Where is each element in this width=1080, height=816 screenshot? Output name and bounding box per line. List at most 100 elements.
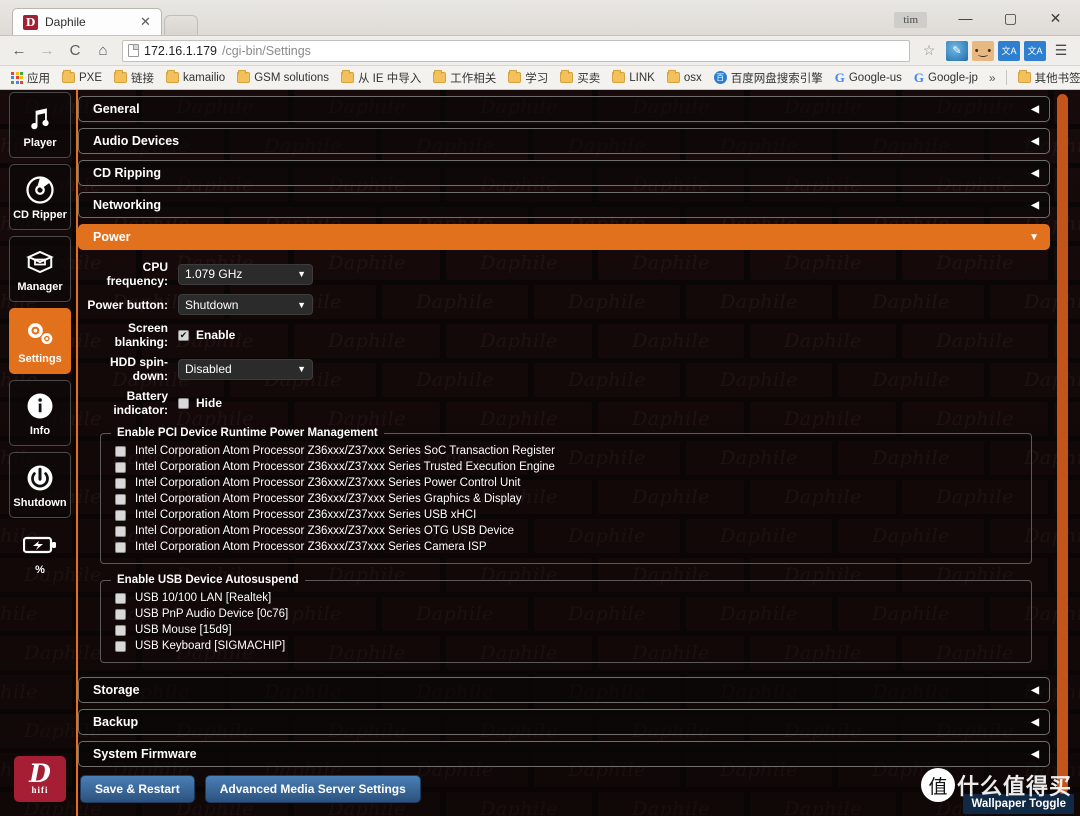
- usb-device-row: USB Mouse [15d9]: [111, 622, 1021, 638]
- translate-icon-2[interactable]: 文A: [1024, 40, 1046, 61]
- pci-device-checkbox[interactable]: [115, 445, 126, 457]
- section-header-cd-ripping[interactable]: CD Ripping ◀: [78, 160, 1050, 186]
- sidebar-item-label: Manager: [17, 281, 63, 293]
- bookmark-label: 百度网盘搜索引擎: [730, 72, 823, 85]
- pci-device-row: Intel Corporation Atom Processor Z36xxx/…: [111, 443, 1021, 459]
- sidebar-item-manager[interactable]: Manager: [9, 236, 71, 302]
- pci-device-checkbox[interactable]: [115, 525, 126, 537]
- reload-icon[interactable]: C: [62, 39, 88, 63]
- bookmark-item[interactable]: 买卖: [555, 68, 605, 88]
- bookmark-star-icon[interactable]: ☆: [916, 39, 942, 63]
- sidebar-item-label: Shutdown: [13, 497, 67, 509]
- chevron-left-icon: ◀: [1031, 716, 1039, 728]
- bookmark-label: 买卖: [577, 72, 601, 85]
- field-hdd-spin-down: HDD spin-down: Disabled ▼: [78, 355, 1050, 383]
- sidebar-item-label: %: [35, 564, 45, 576]
- pci-device-checkbox[interactable]: [115, 477, 126, 489]
- bookmark-label: 工作相关: [450, 72, 497, 85]
- cpu-frequency-select[interactable]: 1.079 GHz ▼: [178, 263, 313, 285]
- section-header-system-firmware[interactable]: System Firmware ◀: [78, 741, 1050, 767]
- vertical-scrollbar[interactable]: [1057, 92, 1068, 814]
- bookmark-item[interactable]: 工作相关: [428, 68, 501, 88]
- advanced-media-server-settings-button[interactable]: Advanced Media Server Settings: [204, 775, 421, 803]
- power-button-select[interactable]: Shutdown ▼: [178, 294, 313, 315]
- section-title: Networking: [93, 198, 162, 212]
- section-title: System Firmware: [93, 747, 197, 761]
- pci-device-row: Intel Corporation Atom Processor Z36xxx/…: [111, 523, 1021, 539]
- bookmark-item[interactable]: 百百度网盘搜索引擎: [709, 68, 828, 88]
- back-icon[interactable]: ←: [6, 39, 32, 63]
- bookmark-label: Google-us: [848, 71, 902, 84]
- usb-device-checkbox[interactable]: [115, 640, 126, 652]
- tab-strip: D Daphile ✕: [0, 0, 894, 35]
- usb-device-checkbox[interactable]: [115, 608, 126, 620]
- browser-tab-daphile[interactable]: D Daphile ✕: [12, 8, 162, 35]
- maximize-button[interactable]: ▢: [988, 3, 1033, 33]
- scrollbar-thumb[interactable]: [1057, 94, 1068, 794]
- screen-blanking-checkbox[interactable]: [178, 329, 189, 341]
- section-header-backup[interactable]: Backup ◀: [78, 709, 1050, 735]
- face-icon[interactable]: •‿•: [972, 40, 994, 61]
- bookmark-label: Google-jp: [928, 71, 978, 84]
- home-icon[interactable]: ⌂: [90, 39, 116, 63]
- section-header-audio-devices[interactable]: Audio Devices ◀: [78, 128, 1050, 154]
- sidebar-item-shutdown[interactable]: Shutdown: [9, 452, 71, 518]
- sidebar-item-player[interactable]: Player: [9, 92, 71, 158]
- screen-blanking-label: Screen blanking:: [114, 321, 168, 349]
- pci-device-label: Intel Corporation Atom Processor Z36xxx/…: [135, 493, 522, 505]
- usb-device-checkbox[interactable]: [115, 624, 126, 636]
- bookmark-item[interactable]: 学习: [503, 68, 553, 88]
- close-icon[interactable]: ✕: [138, 14, 153, 30]
- pci-device-checkbox[interactable]: [115, 461, 126, 473]
- bookmark-item[interactable]: 应用: [6, 68, 55, 88]
- pci-device-row: Intel Corporation Atom Processor Z36xxx/…: [111, 539, 1021, 555]
- browser-menu-icon[interactable]: ☰: [1048, 39, 1074, 63]
- bookmarks-overflow-icon[interactable]: »: [985, 71, 1000, 85]
- bookmark-other[interactable]: 其他书签: [1013, 68, 1080, 88]
- folder-icon: [166, 70, 180, 83]
- daphile-app-viewport: DaphileDaphileDaphileDaphileDaphileDaphi…: [0, 90, 1080, 816]
- section-header-networking[interactable]: Networking ◀: [78, 192, 1050, 218]
- minimize-button[interactable]: —: [943, 3, 988, 33]
- translate-icon[interactable]: 文A: [998, 40, 1020, 61]
- field-screen-blanking: Screen blanking: Enable: [78, 321, 1050, 349]
- bookmark-item[interactable]: osx: [662, 70, 707, 86]
- sidebar-item-info[interactable]: Info: [9, 380, 71, 446]
- bookmark-item[interactable]: G Google-jp: [909, 68, 983, 88]
- section-header-power[interactable]: Power ▼: [78, 224, 1050, 250]
- pci-device-label: Intel Corporation Atom Processor Z36xxx/…: [135, 477, 521, 489]
- section-header-general[interactable]: General ◀: [78, 96, 1050, 122]
- sidebar-item-cd-ripper[interactable]: CD Ripper: [9, 164, 71, 230]
- forward-icon[interactable]: →: [34, 39, 60, 63]
- address-bar[interactable]: 172.16.1.179 /cgi-bin/Settings: [122, 39, 910, 62]
- bookmarks-bar: 应用 PXE 链接 kamailio GSM solutions 从 IE 中导入 工作相关…: [0, 66, 1080, 90]
- new-tab-button[interactable]: [164, 15, 198, 35]
- save-restart-button[interactable]: Save & Restart: [80, 775, 195, 803]
- sidebar-item-settings[interactable]: Settings: [9, 308, 71, 374]
- globe-pencil-icon[interactable]: ✎: [946, 40, 968, 61]
- pci-device-label: Intel Corporation Atom Processor Z36xxx/…: [135, 541, 487, 553]
- hdd-spin-down-select[interactable]: Disabled ▼: [178, 358, 313, 380]
- pci-device-label: Intel Corporation Atom Processor Z36xxx/…: [135, 525, 514, 537]
- pci-device-checkbox[interactable]: [115, 509, 126, 521]
- browser-navbar: ← → C ⌂ 172.16.1.179 /cgi-bin/Settings ☆…: [0, 36, 1080, 66]
- battery-icon: [23, 528, 57, 562]
- bookmark-item[interactable]: LINK: [607, 70, 660, 86]
- app-sidebar: Player CD Ripper Manager Settings Info Shutdo…: [8, 92, 72, 816]
- pci-device-checkbox[interactable]: [115, 541, 126, 553]
- bookmark-item[interactable]: G Google-us: [830, 68, 907, 88]
- sidebar-item-[interactable]: %: [9, 524, 71, 580]
- window-close-button[interactable]: ✕: [1033, 3, 1078, 33]
- pci-device-checkbox[interactable]: [115, 493, 126, 505]
- bookmark-item[interactable]: PXE: [57, 70, 107, 86]
- bookmark-item[interactable]: kamailio: [161, 70, 230, 86]
- bookmark-item[interactable]: 从 IE 中导入: [336, 68, 426, 88]
- usb-device-checkbox[interactable]: [115, 592, 126, 604]
- chevron-left-icon: ◀: [1031, 167, 1039, 179]
- section-header-storage[interactable]: Storage ◀: [78, 677, 1050, 703]
- battery-indicator-checkbox[interactable]: [178, 397, 189, 409]
- user-badge[interactable]: tim: [894, 12, 927, 28]
- usb-device-label: USB 10/100 LAN [Realtek]: [135, 592, 272, 604]
- bookmark-item[interactable]: GSM solutions: [232, 70, 334, 86]
- bookmark-item[interactable]: 链接: [109, 68, 159, 88]
